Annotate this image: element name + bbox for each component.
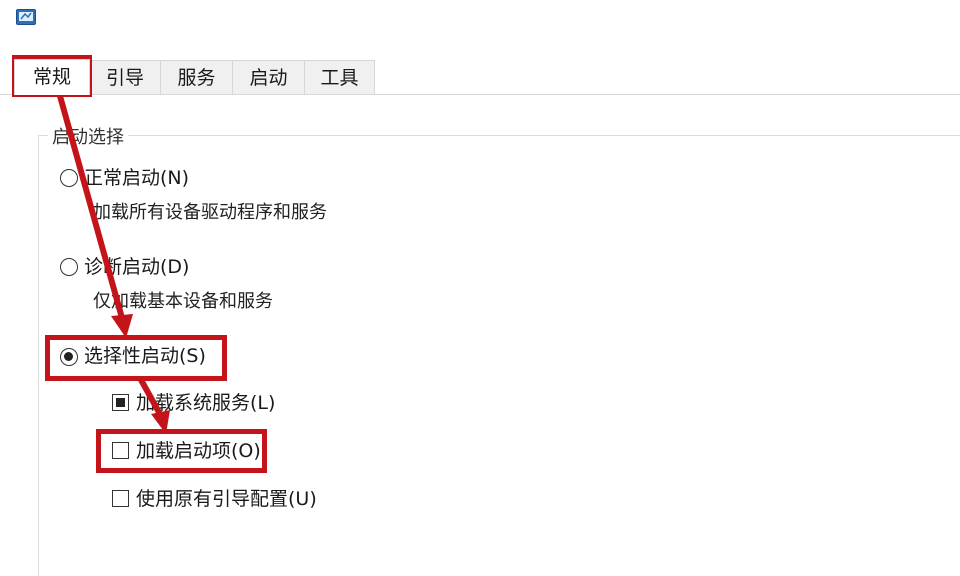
msconfig-app-icon [16,9,36,25]
checkbox-filled-mark [115,397,125,407]
tab-strip: 常规 引导 服务 启动 工具 [0,59,960,95]
selective-startup-label[interactable]: 选择性启动(S) [84,345,206,367]
radio-selected-dot [64,352,73,361]
normal-startup-radio[interactable] [60,169,78,187]
general-tab-panel: 启动选择 正常启动(N) 加载所有设备驱动程序和服务 诊断启动(D) 仅加载基本… [0,95,960,576]
normal-startup-label[interactable]: 正常启动(N) [84,167,189,189]
tab-general[interactable]: 常规 [14,59,90,95]
diagnostic-startup-description: 仅加载基本设备和服务 [93,291,273,312]
use-original-boot-config-checkbox[interactable] [112,490,129,507]
use-original-boot-config-label[interactable]: 使用原有引导配置(U) [136,488,317,510]
load-startup-items-checkbox[interactable] [112,442,129,459]
tab-startup[interactable]: 启动 [232,60,305,94]
normal-startup-description: 加载所有设备驱动程序和服务 [93,202,327,223]
tab-tools[interactable]: 工具 [304,60,375,94]
selective-startup-radio[interactable] [60,348,78,366]
load-system-services-checkbox[interactable] [112,394,129,411]
load-startup-items-label[interactable]: 加载启动项(O) [136,440,261,462]
tab-services[interactable]: 服务 [160,60,233,94]
diagnostic-startup-label[interactable]: 诊断启动(D) [84,256,189,278]
diagnostic-startup-radio[interactable] [60,258,78,276]
load-system-services-label[interactable]: 加载系统服务(L) [136,392,275,414]
tab-boot[interactable]: 引导 [89,60,161,94]
title-bar [0,0,960,42]
startup-selection-title: 启动选择 [48,123,128,149]
